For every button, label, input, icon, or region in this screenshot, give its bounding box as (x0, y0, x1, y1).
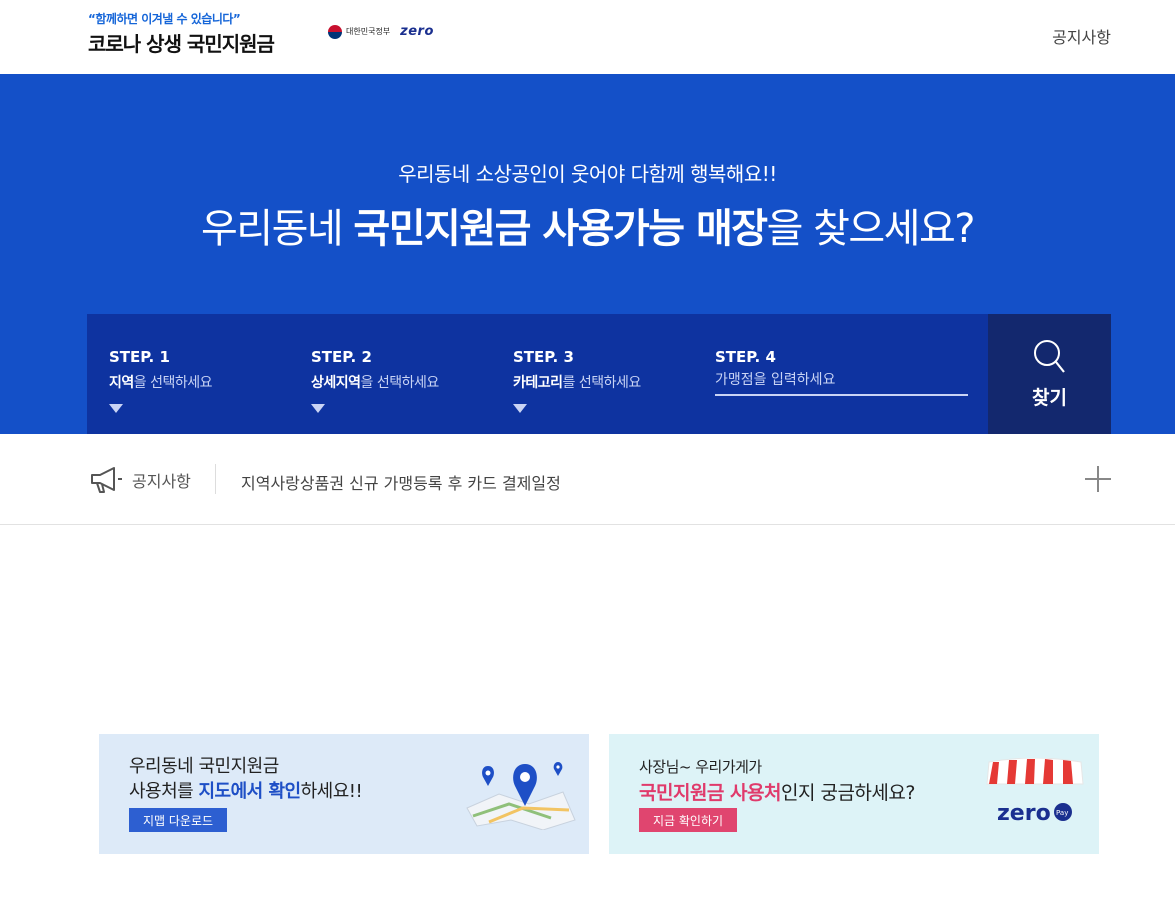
step-desc-rest: 을 선택하세요 (360, 375, 440, 391)
search-button-label: 찾기 (1032, 387, 1067, 409)
zeropay-logo-text: zero (997, 801, 1051, 826)
government-logo: 대한민국정부 (328, 24, 391, 39)
logo-tagline: “함께하면 이겨낼 수 있습니다” (88, 12, 241, 26)
hero-subtitle: 우리동네 소상공인이 웃어야 다함께 행복해요!! (398, 162, 777, 186)
check-now-button[interactable]: 지금 확인하기 (639, 808, 738, 832)
step-desc-bold: 지역 (109, 375, 134, 391)
zeropay-banner-line2-post: 인지 궁금하세요? (780, 782, 916, 804)
step-desc-rest: 을 선택하세요 (133, 375, 213, 391)
plus-icon[interactable] (1085, 466, 1111, 492)
caret-down-icon (513, 404, 527, 413)
step-desc: 지역을 선택하세요 (109, 372, 299, 392)
step-detail-region-select[interactable]: STEP. 2 상세지역을 선택하세요 (311, 348, 501, 413)
hero-title-bold: 국민지원금 사용가능 매장 (353, 206, 768, 252)
store-awning-icon: zero Pay (986, 758, 1084, 826)
step-label: STEP. 3 (513, 348, 574, 366)
map-banner-line2-pre: 사용처를 (129, 781, 199, 802)
logo-brand: 코로나 상생 국민지원금 (88, 32, 275, 56)
map-banner-highlight: 지도에서 확인 (198, 781, 301, 802)
zeropay-banner-highlight: 국민지원금 사용처 (639, 782, 781, 804)
notice-label: 공지사항 (132, 472, 191, 491)
step-desc-bold: 상세지역 (311, 375, 361, 391)
zeropay-banner-line1: 사장님~ 우리가게가 (639, 758, 762, 776)
zeropay-banner-line2: 국민지원금 사용처인지 궁금하세요? (639, 778, 915, 805)
zeropay-pay-text: Pay (1056, 809, 1068, 817)
hero-title: 우리동네 국민지원금 사용가능 매장을 찾으세요? (0, 196, 1175, 254)
map-banner[interactable]: 우리동네 국민지원금 사용처를 지도에서 확인하세요!! 지맵 다운로드 (99, 734, 589, 854)
store-search-input[interactable] (715, 368, 968, 396)
zeropay-banner[interactable]: 사장님~ 우리가게가 국민지원금 사용처인지 궁금하세요? 지금 확인하기 ze… (609, 734, 1099, 854)
step-region-select[interactable]: STEP. 1 지역을 선택하세요 (109, 348, 299, 413)
site-header: “함께하면 이겨낼 수 있습니다” 코로나 상생 국민지원금 대한민국정부 ze… (0, 0, 1175, 74)
hero-title-pre: 우리동네 (200, 206, 354, 252)
step-label: STEP. 2 (311, 348, 372, 366)
hero-section: 우리동네 소상공인이 웃어야 다함께 행복해요!! 우리동네 국민지원금 사용가… (0, 74, 1175, 434)
step-store-input: STEP. 4 (715, 348, 975, 396)
taegeuk-icon (328, 24, 342, 39)
caret-down-icon (109, 404, 123, 413)
government-label: 대한민국정부 (346, 27, 391, 36)
search-icon (1033, 339, 1065, 373)
map-banner-line2: 사용처를 지도에서 확인하세요!! (129, 777, 363, 803)
step-label: STEP. 4 (715, 348, 776, 366)
notice-divider (215, 464, 216, 494)
megaphone-icon (91, 467, 122, 493)
notice-bar: 공지사항 지역사랑상품권 신규 가맹등록 후 카드 결제일정 (0, 434, 1175, 525)
caret-down-icon (311, 404, 325, 413)
step-category-select[interactable]: STEP. 3 카테고리를 선택하세요 (513, 348, 703, 413)
map-banner-line1: 우리동네 국민지원금 (129, 756, 279, 777)
nav-notice-link[interactable]: 공지사항 (1052, 24, 1111, 48)
hero-title-post: 을 찾으세요? (766, 206, 976, 252)
site-logo[interactable]: “함께하면 이겨낼 수 있습니다” 코로나 상생 국민지원금 (88, 10, 275, 57)
step-desc-rest: 를 선택하세요 (562, 375, 642, 391)
search-steps-panel: STEP. 1 지역을 선택하세요 STEP. 2 상세지역을 선택하세요 ST… (87, 314, 1111, 434)
map-pin-illustration-icon (466, 762, 576, 830)
map-banner-line2-post: 하세요!! (300, 781, 363, 802)
step-desc-bold: 카테고리 (513, 375, 563, 391)
step-label: STEP. 1 (109, 348, 170, 366)
step-desc: 상세지역을 선택하세요 (311, 372, 501, 392)
search-button[interactable]: 찾기 (988, 314, 1111, 434)
step-desc: 카테고리를 선택하세요 (513, 372, 703, 392)
zeropay-logo: zero (400, 24, 434, 39)
partner-logos: 대한민국정부 zero (328, 24, 434, 39)
map-download-button[interactable]: 지맵 다운로드 (129, 808, 228, 832)
notice-headline-link[interactable]: 지역사랑상품권 신규 가맹등록 후 카드 결제일정 (241, 470, 561, 494)
